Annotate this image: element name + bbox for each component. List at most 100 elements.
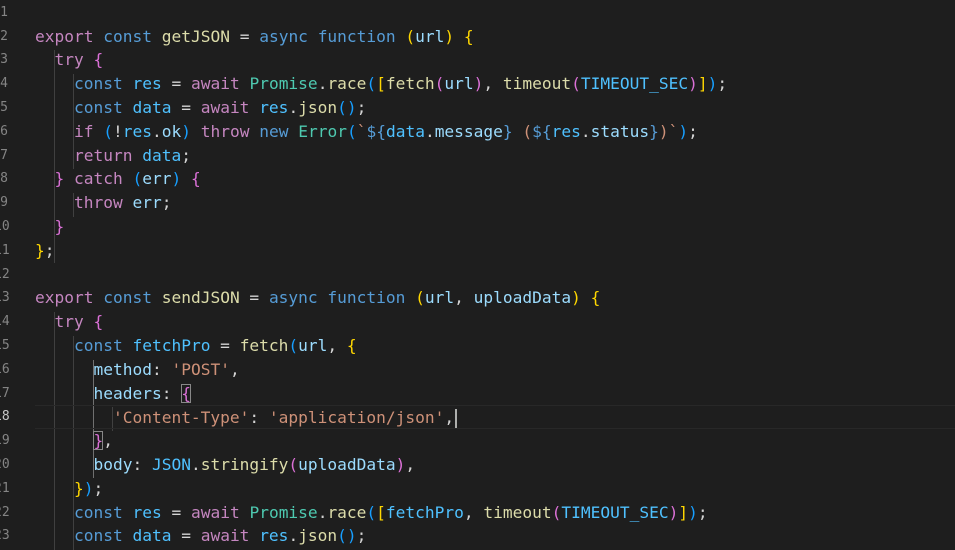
code-token: stringify <box>200 454 289 474</box>
code-line[interactable]: const res = await Promise.race([fetchPro… <box>35 501 708 525</box>
code-token: . <box>317 74 328 94</box>
code-line[interactable]: } catch (err) { <box>35 167 201 191</box>
code-line[interactable]: }); <box>35 477 103 501</box>
code-editor[interactable]: 1234567891011121314151617181920212223 ex… <box>0 0 955 550</box>
code-line[interactable]: const res = await Promise.race([fetch(ur… <box>35 72 727 96</box>
code-token: ( <box>405 26 416 46</box>
code-token: . <box>288 526 299 546</box>
code-token: try <box>54 312 84 332</box>
code-token: ) <box>707 74 718 94</box>
code-token: = <box>171 97 201 117</box>
code-token: = <box>229 26 260 46</box>
code-token: ] <box>697 74 708 94</box>
code-line[interactable]: try { <box>35 48 104 72</box>
code-token: Promise <box>249 502 318 522</box>
code-token: const <box>103 288 152 308</box>
code-token: ( <box>512 121 533 141</box>
code-token: data <box>132 97 172 117</box>
code-token: const <box>73 97 123 117</box>
current-code-line[interactable]: 'Content-Type': 'application/json', <box>35 405 955 430</box>
code-token: } <box>73 478 84 498</box>
code-token: ( <box>288 335 299 355</box>
code-token: { <box>93 50 104 70</box>
line-number: 22 <box>0 504 10 520</box>
code-line[interactable]: try { <box>35 310 104 334</box>
text-cursor <box>455 409 458 429</box>
code-area[interactable]: export const getJSON = async function (u… <box>35 0 955 550</box>
code-token: const <box>73 502 123 522</box>
code-line[interactable]: body: JSON.stringify(uploadData), <box>35 453 415 477</box>
code-token: : <box>151 359 172 379</box>
code-token: ; <box>93 478 104 498</box>
code-line[interactable]: const data = await res.json(); <box>35 96 366 120</box>
code-token: Promise <box>249 74 318 94</box>
code-token: throw <box>200 121 250 141</box>
code-token: } <box>54 169 65 189</box>
code-token: . <box>424 121 435 141</box>
line-number: 2 <box>0 28 8 44</box>
line-number: 5 <box>0 99 8 115</box>
code-token: const <box>103 26 152 46</box>
code-token: async <box>268 288 318 308</box>
code-line[interactable]: }, <box>35 429 113 453</box>
code-token: . <box>288 97 299 117</box>
line-number: 15 <box>0 337 10 353</box>
line-number: 18 <box>0 409 10 425</box>
code-token: ( <box>288 454 299 474</box>
code-token: url <box>415 26 445 46</box>
line-number: 10 <box>0 218 10 234</box>
code-token: 'application/json' <box>268 408 445 428</box>
code-token: fetch <box>385 74 435 94</box>
code-line[interactable]: throw err; <box>35 191 171 215</box>
line-number-gutter[interactable]: 1234567891011121314151617181920212223 <box>0 0 16 550</box>
line-number: 17 <box>0 385 10 401</box>
code-token: data <box>142 145 182 165</box>
code-line[interactable]: export const getJSON = async function (u… <box>35 25 474 49</box>
code-line[interactable]: } <box>35 215 65 239</box>
code-token: catch <box>74 169 123 189</box>
code-token: await <box>200 526 250 546</box>
matching-bracket: } <box>93 431 104 451</box>
code-token: } <box>35 240 45 260</box>
line-number: 3 <box>0 52 8 68</box>
code-line[interactable]: return data; <box>35 144 191 168</box>
code-token: ) <box>171 169 182 189</box>
code-token: ${ <box>366 121 386 141</box>
code-token: . <box>580 121 591 141</box>
code-line[interactable]: }; <box>35 239 55 263</box>
code-line[interactable]: const data = await res.json(); <box>35 524 366 548</box>
code-token: ; <box>44 240 55 260</box>
code-token: ! <box>112 121 123 141</box>
code-token: url <box>444 74 474 94</box>
code-token: const <box>73 335 123 355</box>
line-number: 6 <box>0 123 8 139</box>
code-token: : <box>132 454 152 474</box>
code-line[interactable]: headers: { <box>35 382 191 406</box>
code-line[interactable]: const fetchPro = fetch(url, { <box>35 334 357 358</box>
code-line[interactable]: export const sendJSON = async function (… <box>35 286 600 310</box>
code-token: , <box>405 454 416 474</box>
code-line[interactable]: method: 'POST', <box>35 358 239 382</box>
code-token: const <box>73 526 123 546</box>
code-line[interactable]: if (!res.ok) throw new Error(`${data.mes… <box>35 120 698 144</box>
code-token: race <box>327 502 367 522</box>
code-token: ( <box>571 74 581 94</box>
